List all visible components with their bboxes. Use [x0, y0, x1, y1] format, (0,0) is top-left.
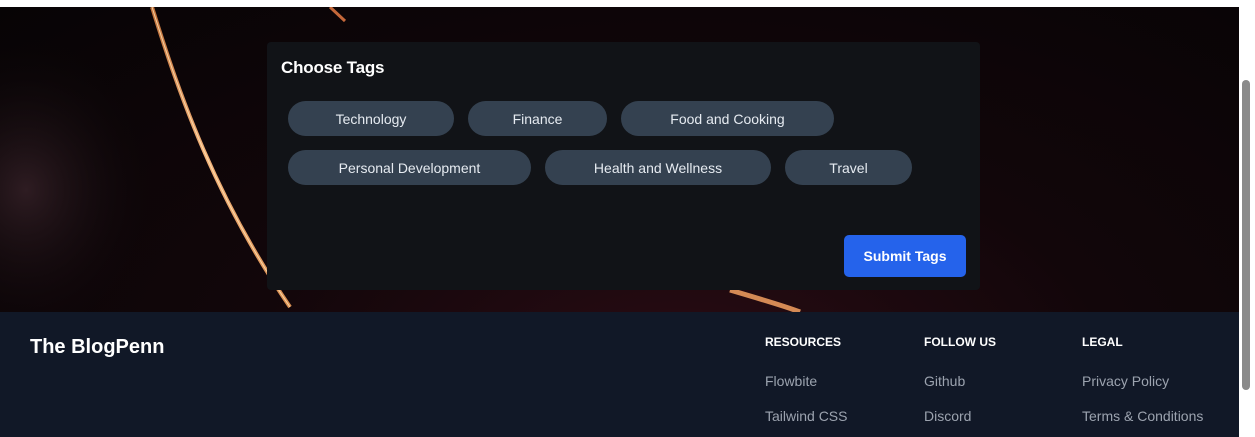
- footer-link-flowbite[interactable]: Flowbite: [765, 373, 817, 389]
- card-title: Choose Tags: [281, 58, 385, 77]
- tag-chip-health-and-wellness[interactable]: Health and Wellness: [545, 150, 771, 185]
- footer-link-github[interactable]: Github: [924, 373, 965, 389]
- tag-chip-technology[interactable]: Technology: [288, 101, 454, 136]
- tag-chip-finance[interactable]: Finance: [468, 101, 607, 136]
- choose-tags-card: Choose Tags Technology Finance Food and …: [267, 42, 980, 290]
- tag-chip-travel[interactable]: Travel: [785, 150, 912, 185]
- footer-link-privacy-policy[interactable]: Privacy Policy: [1082, 373, 1169, 389]
- footer-heading-follow-us: FOLLOW US: [924, 335, 996, 349]
- footer-link-discord[interactable]: Discord: [924, 408, 971, 424]
- footer-link-tailwind-css[interactable]: Tailwind CSS: [765, 408, 847, 424]
- top-strip: [0, 0, 1255, 7]
- footer-heading-resources: RESOURCES: [765, 335, 842, 349]
- footer-heading-legal: LEGAL: [1082, 335, 1123, 349]
- submit-tags-button[interactable]: Submit Tags: [844, 235, 966, 277]
- tag-chip-food-and-cooking[interactable]: Food and Cooking: [621, 101, 834, 136]
- tag-chip-personal-development[interactable]: Personal Development: [288, 150, 531, 185]
- footer-link-terms-and-conditions[interactable]: Terms & Conditions: [1082, 408, 1203, 424]
- site-footer: The BlogPenn RESOURCES Flowbite Tailwind…: [0, 312, 1239, 437]
- page-scrollbar-thumb[interactable]: [1242, 80, 1250, 390]
- brand-logo-text[interactable]: The BlogPenn: [30, 336, 164, 359]
